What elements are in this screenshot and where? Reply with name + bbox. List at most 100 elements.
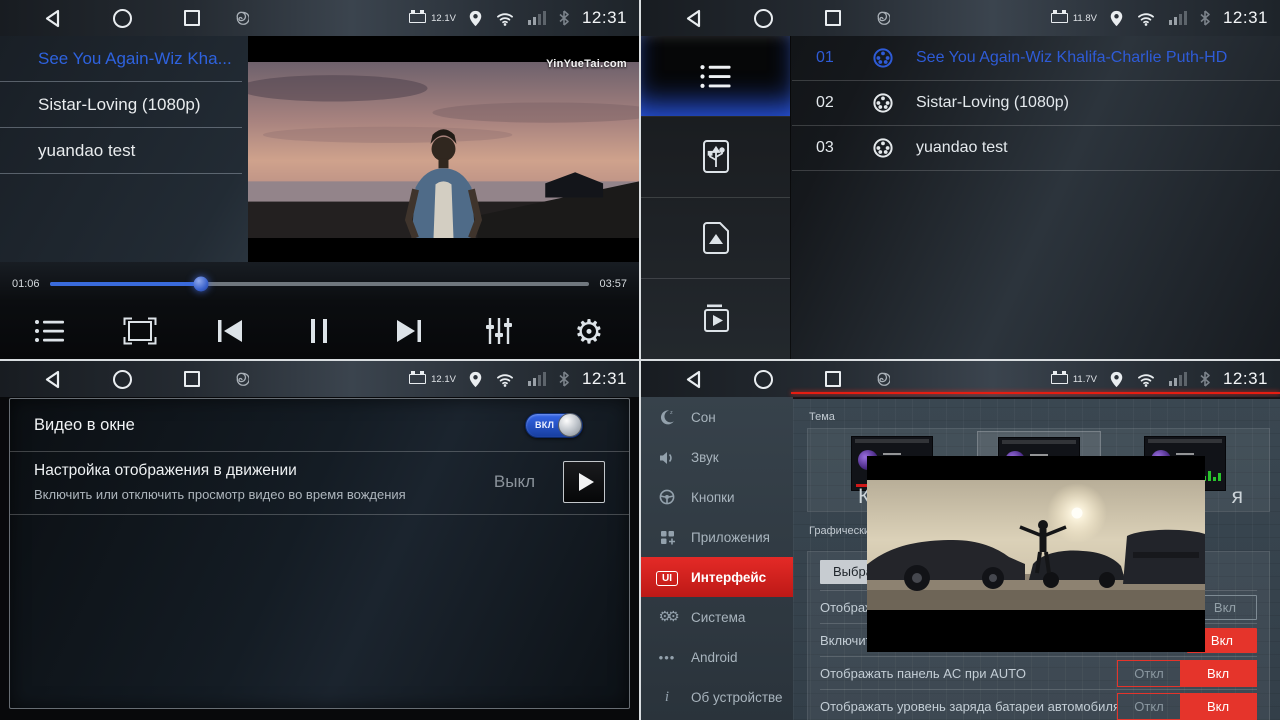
sidebar-item-about[interactable]: i Об устройстве xyxy=(641,677,793,717)
settings-panel: Видео в окне ВКЛ Настройка отображения в… xyxy=(9,398,630,709)
seek-fill xyxy=(50,282,201,286)
track-title: See You Again-Wiz Khalifa-Charlie Puth-H… xyxy=(916,49,1227,67)
back-button[interactable] xyxy=(44,370,61,389)
bluetooth-icon xyxy=(1200,371,1210,387)
playlist-icon xyxy=(34,318,66,344)
track-row[interactable]: 02 Sistar-Loving (1080p) xyxy=(792,81,1280,126)
signal-icon xyxy=(528,11,546,25)
sd-card-icon xyxy=(699,219,733,257)
home-button[interactable] xyxy=(754,370,773,389)
aspect-ratio-button[interactable] xyxy=(120,311,160,351)
gps-icon xyxy=(1110,10,1123,27)
battery-icon xyxy=(1051,13,1068,23)
track-row[interactable]: 01 See You Again-Wiz Khalifa-Charlie Put… xyxy=(792,36,1280,81)
screen-mirror-icon xyxy=(875,372,890,387)
floating-video-window[interactable] xyxy=(867,456,1205,652)
sidebar-label: Сон xyxy=(691,410,716,425)
expand-play-button[interactable] xyxy=(563,461,605,503)
wifi-icon xyxy=(495,11,515,26)
speaker-icon xyxy=(656,449,678,464)
tab-video-library[interactable] xyxy=(641,279,790,359)
option-row-car-battery[interactable]: Отображать уровень заряда батареи автомо… xyxy=(820,689,1257,720)
video-in-window-toggle[interactable]: ВКЛ xyxy=(525,413,583,438)
playlist-item[interactable]: Sistar-Loving (1080p) xyxy=(0,82,242,128)
sidebar-item-buttons[interactable]: Кнопки xyxy=(641,477,793,517)
next-button[interactable] xyxy=(389,311,429,351)
playlist-item[interactable]: yuandao test xyxy=(0,128,242,174)
accent-divider xyxy=(791,392,1280,394)
steering-wheel-icon xyxy=(656,489,678,505)
seek-thumb[interactable] xyxy=(193,277,208,292)
battery-voltage: 11.7V xyxy=(1073,374,1097,385)
sidebar-label: Кнопки xyxy=(691,490,735,505)
sidebar-item-android[interactable]: ••• Android xyxy=(641,637,793,677)
status-bar: 12.1V 12:31 xyxy=(0,0,639,36)
tab-sdcard[interactable] xyxy=(641,198,790,279)
tab-usb[interactable] xyxy=(641,117,790,198)
home-button[interactable] xyxy=(754,9,773,28)
back-button[interactable] xyxy=(685,9,702,28)
sidebar-item-apps[interactable]: Приложения xyxy=(641,517,793,557)
back-button[interactable] xyxy=(685,370,702,389)
setting-row-motion-display[interactable]: Настройка отображения в движении Включит… xyxy=(10,452,629,515)
play-icon xyxy=(579,473,594,491)
equalizer-icon xyxy=(484,316,514,346)
battery-voltage: 11.8V xyxy=(1073,13,1097,24)
home-button[interactable] xyxy=(113,370,132,389)
screen-mirror-icon xyxy=(875,11,890,26)
sidebar-item-interface[interactable]: UI Интерфейс xyxy=(641,557,793,597)
video-settings-body: Видео в окне ВКЛ Настройка отображения в… xyxy=(0,397,639,720)
battery-voltage: 12.1V xyxy=(431,13,456,24)
back-button[interactable] xyxy=(44,9,61,28)
sidebar-item-system[interactable]: ⚙⚙ Система xyxy=(641,597,793,637)
setting-label: Видео в окне xyxy=(34,416,135,435)
off-button[interactable]: Откл xyxy=(1118,694,1180,719)
track-row[interactable]: 03 yuandao test xyxy=(792,126,1280,171)
sidebar-label: Android xyxy=(691,650,738,665)
gear-icon: ⚙ xyxy=(574,315,604,348)
tab-playlist[interactable] xyxy=(641,36,790,117)
on-button[interactable]: Вкл xyxy=(1180,694,1256,719)
player-toolbar: ⚙ xyxy=(0,302,639,359)
option-row-ac-panel[interactable]: Отображать панель AC при AUTO Откл Вкл xyxy=(820,656,1257,689)
bluetooth-icon xyxy=(559,371,569,387)
signal-icon xyxy=(528,372,546,386)
clock: 12:31 xyxy=(1223,8,1268,28)
signal-icon xyxy=(1169,11,1187,25)
video-surface[interactable]: YinYueTai.com xyxy=(248,36,639,262)
home-button[interactable] xyxy=(113,9,132,28)
recents-button[interactable] xyxy=(184,10,200,26)
seek-bar[interactable] xyxy=(50,282,590,286)
setting-row-video-in-window[interactable]: Видео в окне ВКЛ xyxy=(10,399,629,452)
track-number: 02 xyxy=(816,94,850,112)
settings-button[interactable]: ⚙ xyxy=(569,311,609,351)
setting-description: Включить или отключить просмотр видео во… xyxy=(34,487,494,502)
clock: 12:31 xyxy=(582,369,627,389)
recents-button[interactable] xyxy=(825,10,841,26)
quad-video-settings: 12.1V 12:31 Видео в окне ВКЛ xyxy=(0,361,639,720)
video-player-body: See You Again-Wiz Kha... Sistar-Loving (… xyxy=(0,36,639,359)
pause-icon xyxy=(308,317,330,345)
equalizer-button[interactable] xyxy=(479,311,519,351)
playlist-icon xyxy=(699,63,733,90)
playlist-button[interactable] xyxy=(30,311,70,351)
sidebar-item-sleep[interactable]: z Сон xyxy=(641,397,793,437)
wifi-icon xyxy=(1136,11,1156,26)
pause-button[interactable] xyxy=(299,311,339,351)
sidebar-item-sound[interactable]: Звук xyxy=(641,437,793,477)
letterbox-top xyxy=(867,456,1205,480)
previous-button[interactable] xyxy=(210,311,250,351)
screen-mirror-icon xyxy=(234,11,249,26)
playlist-item[interactable]: See You Again-Wiz Kha... xyxy=(0,36,242,82)
toggle-state-label: ВКЛ xyxy=(535,420,554,430)
sidebar-label: Об устройстве xyxy=(691,690,783,705)
sidebar-label: Звук xyxy=(691,450,719,465)
off-button[interactable]: Откл xyxy=(1118,661,1180,686)
source-sidebar xyxy=(641,36,791,359)
quad-media-list: 11.8V 12:31 xyxy=(641,0,1280,359)
recents-button[interactable] xyxy=(825,371,841,387)
gps-icon xyxy=(469,371,482,388)
on-button[interactable]: Вкл xyxy=(1180,661,1256,686)
recents-button[interactable] xyxy=(184,371,200,387)
battery-icon xyxy=(1051,374,1068,384)
